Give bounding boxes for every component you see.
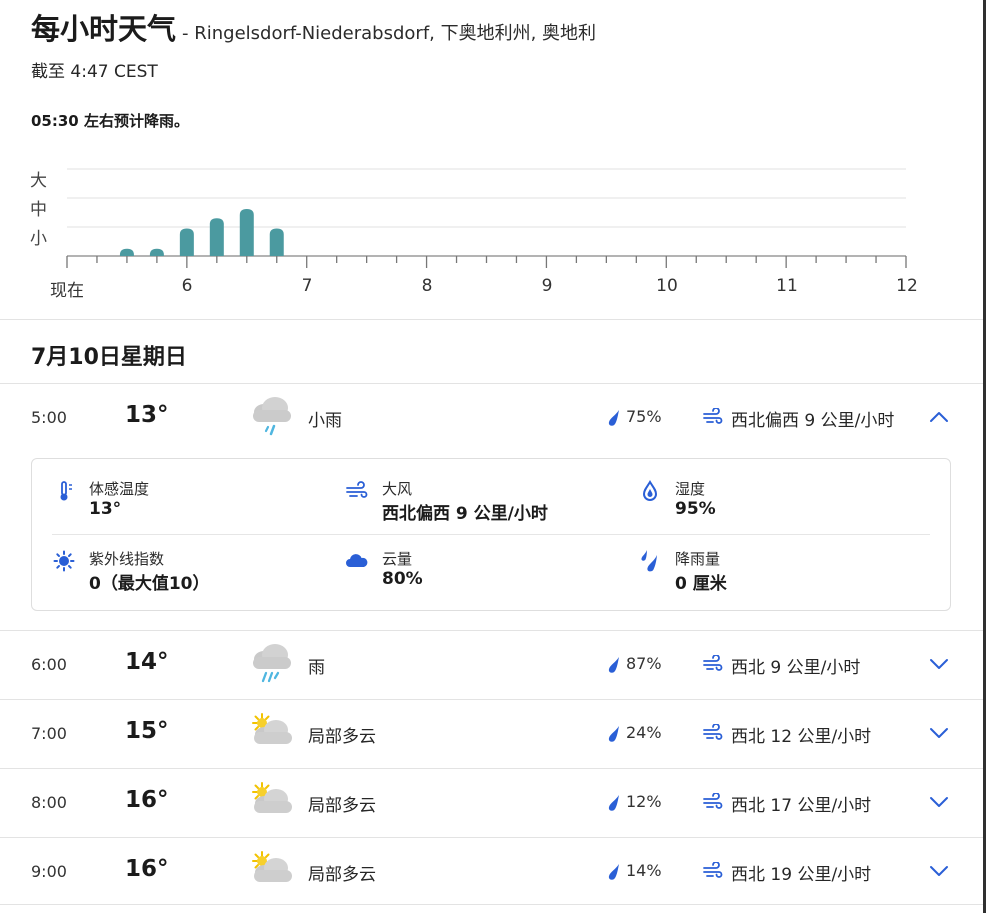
light-rain-icon [253, 397, 291, 436]
row-time: 6:00 [31, 655, 67, 674]
detail-label: 大风 [382, 480, 413, 498]
detail-label: 降雨量 [675, 550, 721, 568]
wind-icon [703, 408, 723, 424]
detail-value: 0（最大值10） [89, 574, 210, 594]
chevron-down-icon[interactable] [928, 860, 950, 882]
row-condition: 局部多云 [308, 727, 376, 747]
detail-value: 0 厘米 [675, 574, 727, 594]
row-time: 5:00 [31, 408, 67, 427]
precip-bar [149, 248, 164, 256]
hour-row[interactable]: 8:00 16° 局部多云 12% 西北 17 公里/小时 [0, 768, 983, 836]
partly-cloudy-icon [252, 782, 292, 813]
humidity-drop-icon [642, 480, 658, 501]
precipitation-chart: 大 中 小 现在 6 7 8 9 10 11 12 [0, 160, 986, 301]
partly-cloudy-icon [252, 851, 292, 882]
cloud-icon [346, 554, 368, 567]
detail-cloud: 云量 80% [325, 529, 605, 589]
precip-bar [179, 228, 194, 256]
page-title: 每小时天气 [31, 12, 177, 46]
row-temperature: 16° [125, 787, 169, 813]
x-tick-label: 8 [421, 276, 433, 296]
row-condition: 小雨 [308, 411, 342, 431]
rain-icon [253, 644, 291, 683]
raindrop-icon [608, 410, 619, 426]
hour-row[interactable]: 6:00 14° 雨 87% 西北 9 公里/小时 [0, 630, 983, 698]
location-text: - Ringelsdorf-Niederabsdorf, 下奥地利州, 奥地利 [182, 23, 597, 44]
row-precip-chance: 12% [626, 792, 662, 811]
hour-row[interactable]: 9:00 16° 局部多云 14% 西北 19 公里/小时 [0, 837, 983, 905]
partly-cloudy-icon [252, 713, 292, 744]
detail-uv: 紫外线指数 0（最大值10） [32, 529, 312, 594]
row-temperature: 14° [125, 649, 169, 675]
row-temperature: 13° [125, 402, 169, 428]
x-tick-label: 10 [656, 276, 678, 296]
precip-bar [269, 228, 284, 256]
wind-icon [703, 793, 723, 809]
precip-bar [239, 209, 254, 256]
row-wind: 西北 9 公里/小时 [731, 658, 861, 678]
detail-label: 紫外线指数 [89, 550, 165, 568]
row-precip-chance: 87% [626, 654, 662, 673]
divider [0, 319, 983, 320]
x-tick-label: 6 [181, 276, 193, 296]
chevron-down-icon[interactable] [928, 722, 950, 744]
sun-uv-icon [53, 550, 75, 572]
row-wind: 西北 19 公里/小时 [731, 865, 872, 885]
row-condition: 局部多云 [308, 796, 376, 816]
details-card: 体感温度 13° 大风 西北偏西 9 公里/小时 湿度 95% 紫外线指数 0（… [31, 458, 951, 611]
detail-value: 13° [89, 499, 122, 519]
detail-label: 云量 [382, 550, 413, 568]
wind-icon [703, 862, 723, 878]
hour-row[interactable]: 7:00 15° 局部多云 24% 西北 12 公里/小时 [0, 699, 983, 767]
detail-humidity: 湿度 95% [618, 459, 898, 519]
x-tick-label: 7 [301, 276, 313, 296]
row-condition: 雨 [308, 658, 325, 678]
x-tick-label: 9 [541, 276, 553, 296]
row-wind: 西北偏西 9 公里/小时 [731, 411, 895, 431]
detail-label: 体感温度 [89, 480, 150, 498]
detail-label: 湿度 [675, 480, 706, 498]
detail-wind: 大风 西北偏西 9 公里/小时 [325, 459, 605, 524]
chevron-up-icon[interactable] [928, 406, 950, 428]
row-wind: 西北 17 公里/小时 [731, 796, 872, 816]
chevron-down-icon[interactable] [928, 653, 950, 675]
x-tick-label: 12 [896, 276, 918, 296]
row-precip-chance: 14% [626, 861, 662, 880]
wind-icon [703, 655, 723, 671]
row-wind: 西北 12 公里/小时 [731, 727, 872, 747]
page-header: 每小时天气 - Ringelsdorf-Niederabsdorf, 下奥地利州,… [31, 6, 931, 46]
precip-forecast-note: 05:30 左右预计降雨。 [31, 112, 189, 130]
raindrop-icon [608, 864, 619, 880]
precip-bar [209, 218, 224, 256]
raindrop-icon [608, 657, 619, 673]
chevron-down-icon[interactable] [928, 791, 950, 813]
row-temperature: 15° [125, 718, 169, 744]
row-precip-chance: 24% [626, 723, 662, 742]
row-condition: 局部多云 [308, 865, 376, 885]
raindrop-icon [608, 726, 619, 742]
detail-value: 西北偏西 9 公里/小时 [382, 504, 548, 524]
x-tick-label: 11 [776, 276, 798, 296]
row-time: 7:00 [31, 724, 67, 743]
detail-value: 95% [675, 499, 716, 519]
row-temperature: 16° [125, 856, 169, 882]
row-precip-chance: 75% [626, 407, 662, 426]
chart-plot [66, 168, 907, 268]
row-time: 8:00 [31, 793, 67, 812]
x-tick-label: 现在 [50, 281, 84, 301]
detail-value: 80% [382, 569, 423, 589]
rain-amount-icon [641, 550, 657, 572]
day-heading: 7月10日星期日 [31, 345, 187, 370]
raindrop-icon [608, 795, 619, 811]
updated-time: 截至 4:47 CEST [31, 62, 158, 82]
wind-icon [703, 724, 723, 740]
wind-icon [346, 481, 368, 498]
precip-bar [119, 248, 134, 256]
thermometer-icon [60, 481, 72, 501]
detail-feels-like: 体感温度 13° [32, 459, 312, 519]
row-time: 9:00 [31, 862, 67, 881]
detail-rain-amount: 降雨量 0 厘米 [618, 529, 898, 594]
